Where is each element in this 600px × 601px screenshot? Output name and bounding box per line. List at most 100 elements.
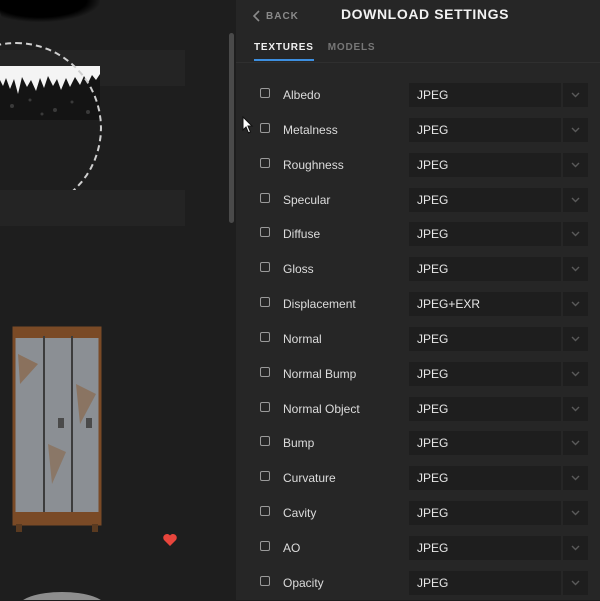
asset-thumbnail-top[interactable] bbox=[0, 0, 100, 22]
checkbox-ao[interactable] bbox=[260, 540, 270, 551]
format-select-gloss[interactable]: JPEG bbox=[409, 257, 561, 282]
format-value: JPEG bbox=[417, 331, 449, 346]
download-settings-panel: BACK DOWNLOAD SETTINGS TEXTURES MODELS A… bbox=[236, 0, 600, 600]
texture-label: Displacement bbox=[283, 297, 356, 312]
texture-row-diffuse: Diffuse JPEG bbox=[236, 217, 600, 252]
texture-label: Metalness bbox=[283, 122, 338, 137]
dropdown-button[interactable] bbox=[563, 535, 588, 560]
texture-row-gloss: Gloss JPEG bbox=[236, 252, 600, 287]
texture-row-normal-object: Normal Object JPEG bbox=[236, 392, 600, 427]
format-select-bump[interactable]: JPEG bbox=[409, 431, 561, 456]
format-value: JPEG bbox=[417, 575, 449, 590]
format-select-displacement[interactable]: JPEG+EXR bbox=[409, 292, 561, 317]
chevron-down-icon bbox=[571, 92, 580, 98]
checkbox-gloss[interactable] bbox=[260, 262, 270, 273]
format-select-normal[interactable]: JPEG bbox=[409, 326, 561, 351]
texture-row-bump: Bump JPEG bbox=[236, 426, 600, 461]
format-select-specular[interactable]: JPEG bbox=[409, 187, 561, 212]
checkbox-normal[interactable] bbox=[260, 331, 270, 342]
dropdown-button[interactable] bbox=[563, 501, 588, 526]
asset-card-background bbox=[0, 190, 185, 226]
checkbox-bump[interactable] bbox=[260, 436, 270, 447]
checkbox-normal-object[interactable] bbox=[260, 401, 270, 412]
texture-row-albedo: Albedo JPEG bbox=[236, 78, 600, 113]
dropdown-button[interactable] bbox=[563, 326, 588, 351]
format-select-roughness[interactable]: JPEG bbox=[409, 152, 561, 177]
format-value: JPEG bbox=[417, 506, 449, 521]
format-select-normal-bump[interactable]: JPEG bbox=[409, 361, 561, 386]
heart-icon[interactable] bbox=[162, 532, 178, 548]
texture-row-specular: Specular JPEG bbox=[236, 183, 600, 218]
format-select-diffuse[interactable]: JPEG bbox=[409, 222, 561, 247]
page-title: DOWNLOAD SETTINGS bbox=[340, 6, 510, 22]
texture-label: Bump bbox=[283, 436, 315, 451]
texture-row-displacement: Displacement JPEG+EXR bbox=[236, 287, 600, 322]
format-select-normal-object[interactable]: JPEG bbox=[409, 396, 561, 421]
format-value: JPEG bbox=[417, 227, 449, 242]
panel-header: BACK DOWNLOAD SETTINGS bbox=[236, 0, 600, 34]
chevron-down-icon bbox=[571, 510, 580, 516]
checkbox-displacement[interactable] bbox=[260, 297, 270, 308]
texture-label: Opacity bbox=[283, 575, 324, 590]
format-select-cavity[interactable]: JPEG bbox=[409, 501, 561, 526]
locker-model-thumbnail[interactable] bbox=[8, 324, 108, 532]
dropdown-button[interactable] bbox=[563, 222, 588, 247]
checkbox-diffuse[interactable] bbox=[260, 227, 270, 238]
format-value: JPEG bbox=[417, 540, 449, 555]
dropdown-button[interactable] bbox=[563, 361, 588, 386]
chevron-down-icon bbox=[571, 162, 580, 168]
texture-label: Normal bbox=[283, 331, 322, 346]
checkbox-specular[interactable] bbox=[260, 192, 270, 203]
format-select-ao[interactable]: JPEG bbox=[409, 535, 561, 560]
checkbox-roughness[interactable] bbox=[260, 157, 270, 168]
dropdown-button[interactable] bbox=[563, 431, 588, 456]
checkbox-normal-bump[interactable] bbox=[260, 366, 270, 377]
format-value: JPEG bbox=[417, 262, 449, 277]
texture-label: Gloss bbox=[283, 262, 314, 277]
checkbox-opacity[interactable] bbox=[260, 575, 270, 586]
texture-row-roughness: Roughness JPEG bbox=[236, 148, 600, 183]
checkbox-metalness[interactable] bbox=[260, 122, 270, 133]
format-select-metalness[interactable]: JPEG bbox=[409, 117, 561, 142]
texture-label: Albedo bbox=[283, 88, 321, 102]
dropdown-button[interactable] bbox=[563, 292, 588, 317]
texture-row-normal-bump: Normal Bump JPEG bbox=[236, 357, 600, 392]
chevron-down-icon bbox=[571, 266, 580, 272]
dropdown-button[interactable] bbox=[563, 152, 588, 177]
chevron-down-icon bbox=[571, 231, 580, 237]
dropdown-button[interactable] bbox=[563, 257, 588, 282]
dropdown-button[interactable] bbox=[563, 570, 588, 595]
dropdown-button[interactable] bbox=[563, 466, 588, 491]
format-value: JPEG bbox=[417, 88, 449, 102]
chevron-down-icon bbox=[571, 475, 580, 481]
dropdown-button[interactable] bbox=[563, 117, 588, 142]
dropdown-button[interactable] bbox=[563, 187, 588, 212]
dropdown-button[interactable] bbox=[563, 83, 588, 107]
chevron-down-icon bbox=[571, 197, 580, 203]
texture-label: Normal Bump bbox=[283, 366, 357, 381]
tab-models[interactable]: MODELS bbox=[328, 42, 376, 61]
texture-label: Specular bbox=[283, 192, 331, 207]
format-value: JPEG bbox=[417, 157, 449, 172]
asset-thumbnail-bottom[interactable] bbox=[18, 592, 106, 600]
format-select-curvature[interactable]: JPEG bbox=[409, 466, 561, 491]
dropdown-button[interactable] bbox=[563, 396, 588, 421]
checkbox-albedo[interactable] bbox=[260, 88, 270, 98]
tab-textures[interactable]: TEXTURES bbox=[254, 42, 314, 61]
scrollbar[interactable] bbox=[229, 33, 234, 223]
chevron-down-icon bbox=[571, 127, 580, 133]
texture-row-ao: AO JPEG bbox=[236, 531, 600, 566]
texture-label: Roughness bbox=[283, 157, 344, 172]
texture-row-metalness: Metalness JPEG bbox=[236, 113, 600, 148]
tab-divider bbox=[236, 62, 600, 63]
texture-list: Albedo JPEG Metalness JPEG Roughness JPEG Spec… bbox=[236, 78, 600, 601]
checkbox-curvature[interactable] bbox=[260, 471, 270, 482]
checkbox-cavity[interactable] bbox=[260, 506, 270, 517]
chevron-down-icon bbox=[571, 336, 580, 342]
texture-row-opacity: Opacity JPEG bbox=[236, 566, 600, 601]
format-select-albedo[interactable]: JPEG bbox=[409, 83, 561, 107]
tab-bar: TEXTURES MODELS bbox=[254, 42, 375, 61]
texture-row-cavity: Cavity JPEG bbox=[236, 496, 600, 531]
format-value: JPEG bbox=[417, 471, 449, 486]
format-select-opacity[interactable]: JPEG bbox=[409, 570, 561, 595]
